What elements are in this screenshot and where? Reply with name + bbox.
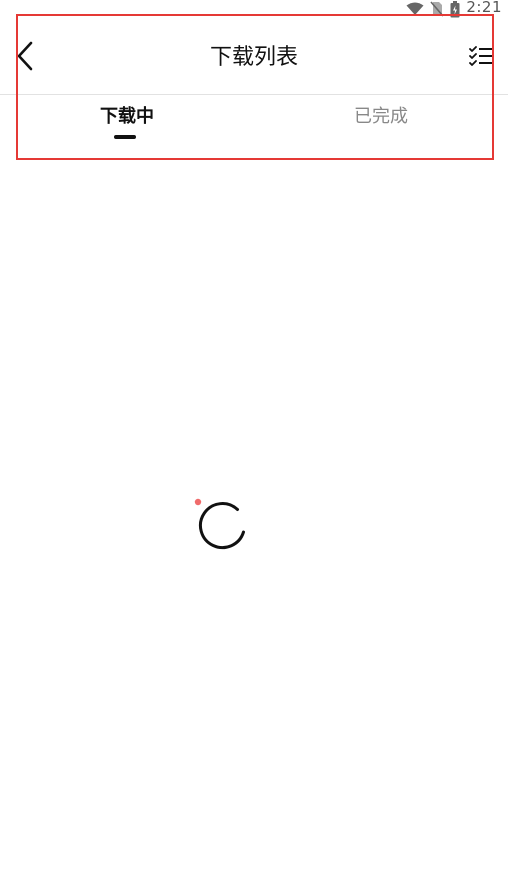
no-sim-icon bbox=[430, 1, 444, 17]
battery-icon bbox=[450, 0, 460, 18]
status-icons: 2:21 bbox=[406, 0, 502, 18]
multi-select-button[interactable] bbox=[466, 40, 496, 76]
download-tabs: 下载中 已完成 bbox=[0, 95, 508, 145]
active-tab-indicator bbox=[114, 135, 136, 139]
status-time: 2:21 bbox=[466, 0, 502, 16]
app-header: 下载列表 bbox=[0, 18, 508, 94]
status-bar: 2:21 bbox=[0, 0, 508, 18]
checklist-icon bbox=[469, 46, 493, 70]
wifi-icon bbox=[406, 2, 424, 16]
loading-spinner-icon bbox=[190, 494, 254, 558]
page-title: 下载列表 bbox=[209, 45, 298, 70]
tab-completed[interactable]: 已完成 bbox=[254, 95, 508, 145]
